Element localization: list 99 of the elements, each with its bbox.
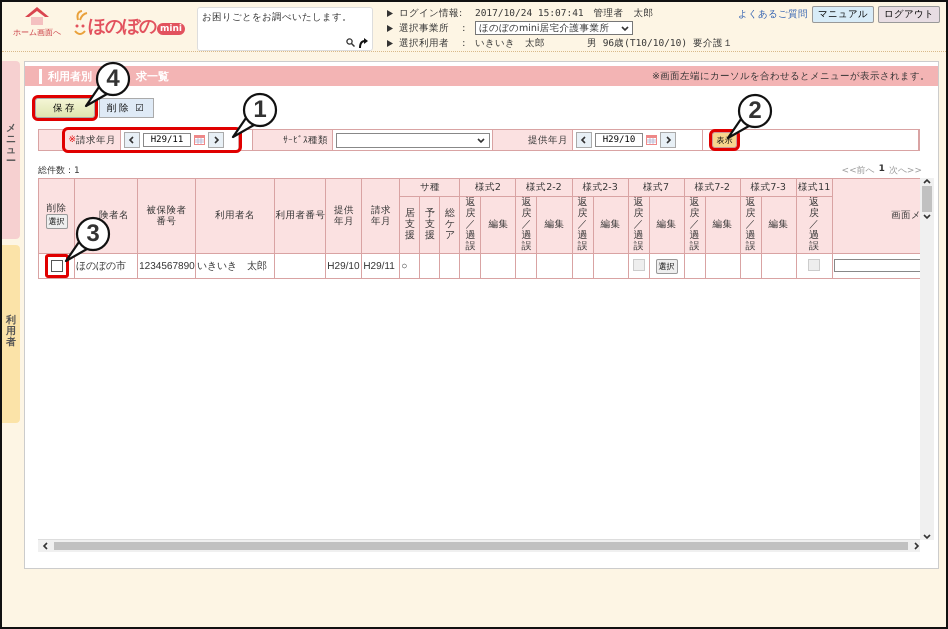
delete-button[interactable]: 削除 ☑ xyxy=(99,98,154,118)
column-header: 編集 xyxy=(600,219,621,230)
table-cell-text: ○ xyxy=(401,260,408,272)
side-tab[interactable]: メニュー xyxy=(2,61,20,239)
column-group-header: 様式11 xyxy=(798,182,830,193)
logo-text: ほのぼの xyxy=(88,15,156,38)
office-select[interactable]: ほのぼのmini居宅介護事業所 xyxy=(474,21,633,35)
memo-input[interactable] xyxy=(834,259,920,272)
scrollbar-thumb[interactable] xyxy=(922,186,932,212)
info-value: いきいき 太郎 xyxy=(474,36,545,50)
scroll-left-icon xyxy=(42,542,50,550)
manual-button[interactable]: マニュアル xyxy=(812,6,874,23)
faq-link[interactable]: よくあるご質問 xyxy=(738,8,808,21)
bullet-icon xyxy=(386,40,393,46)
column-group-header: 様式2-2 xyxy=(526,182,562,193)
scroll-down-icon xyxy=(923,212,931,220)
chevron-right-icon xyxy=(664,136,672,144)
page-title: 利用者別 xyxy=(39,68,92,84)
info-label: 選択事業所 ： xyxy=(398,22,469,34)
column-header: 返戻／過誤 xyxy=(634,197,644,252)
column-group-header: 様式7-2 xyxy=(694,182,730,193)
column-header: 返戻／過誤 xyxy=(578,197,588,252)
info-value: 2017/10/24 15:07:41 管理者 太郎 xyxy=(474,6,654,20)
scroll-up-icon xyxy=(923,178,931,186)
column-header: 編集 xyxy=(712,219,733,230)
scroll-down-icon xyxy=(923,532,931,540)
info-label: ログイン情報: xyxy=(398,6,464,20)
column-header: 画面メ xyxy=(891,210,920,222)
service-select[interactable] xyxy=(336,132,490,148)
curved-arrow-icon[interactable] xyxy=(358,37,368,48)
column-header: 返戻／過誤 xyxy=(690,197,700,252)
bullet-icon xyxy=(386,10,393,16)
sprout-face-icon xyxy=(72,10,88,38)
chevron-left-icon xyxy=(580,136,588,144)
next-button[interactable] xyxy=(660,132,676,148)
home-link[interactable]: ホーム画面へ xyxy=(13,27,61,38)
page-number: 1 xyxy=(878,164,885,176)
column-header: 編集 xyxy=(488,219,508,230)
bullet-icon xyxy=(386,24,393,32)
column-header: 利用者名 xyxy=(215,210,256,222)
filter-label: 請求年月 xyxy=(76,134,116,146)
filter-label: ｻｰﾋﾞｽ種類 xyxy=(283,134,328,146)
column-header: 被保険者 番号 xyxy=(146,204,187,227)
horizontal-scrollbar[interactable] xyxy=(38,540,920,552)
column-header: 編集 xyxy=(656,219,677,230)
select-button[interactable]: 選択 xyxy=(656,258,678,274)
vertical-scrollbar[interactable] xyxy=(920,178,934,540)
info-label: 選択利用者 ： xyxy=(398,36,469,50)
filter-label: 提供年月 xyxy=(528,134,568,146)
column-header: 削除 xyxy=(46,202,67,214)
page-title: 求一覧 xyxy=(136,68,169,84)
table-cell-text: H29/10 xyxy=(327,260,360,272)
column-header: 提供 年月 xyxy=(334,204,354,227)
calendar-icon[interactable] xyxy=(194,135,205,145)
logout-button[interactable]: ログアウト xyxy=(878,6,940,23)
date-field[interactable]: H29/11 xyxy=(143,133,191,147)
house-icon[interactable] xyxy=(23,6,51,26)
column-header: 請求 年月 xyxy=(370,204,391,227)
help-search-box[interactable]: お困りごとをお調べいたします。 xyxy=(196,7,373,51)
column-header: 総ケア xyxy=(444,208,455,242)
user-details: 男 96歳(T10/10/10) 要介護１ xyxy=(586,36,733,50)
column-group-header: サ種 xyxy=(420,182,440,193)
column-header: 編集 xyxy=(768,219,789,230)
notice-text: ※画面左端にカーソルを合わせるとメニューが表示されます。 xyxy=(652,70,930,82)
column-header: 居支援 xyxy=(404,208,415,242)
save-button[interactable]: 保存 xyxy=(35,98,95,118)
prev-button[interactable] xyxy=(576,132,592,148)
column-header: 返戻／過誤 xyxy=(746,197,756,252)
required-mark: ※ xyxy=(68,135,76,145)
show-button[interactable]: 表示 xyxy=(712,132,737,148)
scrollbar-thumb[interactable] xyxy=(54,542,908,550)
column-group-header: 様式2-3 xyxy=(582,182,618,193)
chevron-down-icon xyxy=(477,136,485,144)
chevron-left-icon xyxy=(128,136,136,144)
column-header: 利用者番号 xyxy=(275,210,326,222)
scroll-right-icon xyxy=(912,542,920,550)
column-header: 返戻／過誤 xyxy=(809,197,820,252)
column-header: 編集 xyxy=(544,219,564,230)
date-field[interactable]: H29/10 xyxy=(595,133,643,147)
total-count: 総件数：1 xyxy=(38,164,80,176)
logo-badge: mini xyxy=(157,23,185,35)
calendar-icon[interactable] xyxy=(646,135,657,145)
prev-button[interactable] xyxy=(124,132,140,148)
column-header: 予支援 xyxy=(424,208,435,242)
column-header: 返戻／過誤 xyxy=(521,197,532,252)
chevron-down-icon xyxy=(620,24,629,32)
next-button[interactable] xyxy=(208,132,224,148)
column-group-header: 様式2 xyxy=(474,182,501,193)
row-checkbox[interactable] xyxy=(50,260,63,272)
table-cell-text: H29/11 xyxy=(363,260,395,272)
column-group-header: 様式7 xyxy=(643,182,670,193)
search-icon[interactable] xyxy=(346,38,355,47)
table-cell-text: いきいき 太郎 xyxy=(197,260,268,273)
select-all-button[interactable]: 選択 xyxy=(46,214,68,230)
table-cell-text: 1234567890 xyxy=(139,260,195,272)
column-group-header: 様式7-3 xyxy=(750,182,786,193)
side-tab[interactable]: 利用者 xyxy=(2,245,20,423)
chevron-right-icon xyxy=(212,136,220,144)
column-header: 返戻／過誤 xyxy=(465,197,476,252)
